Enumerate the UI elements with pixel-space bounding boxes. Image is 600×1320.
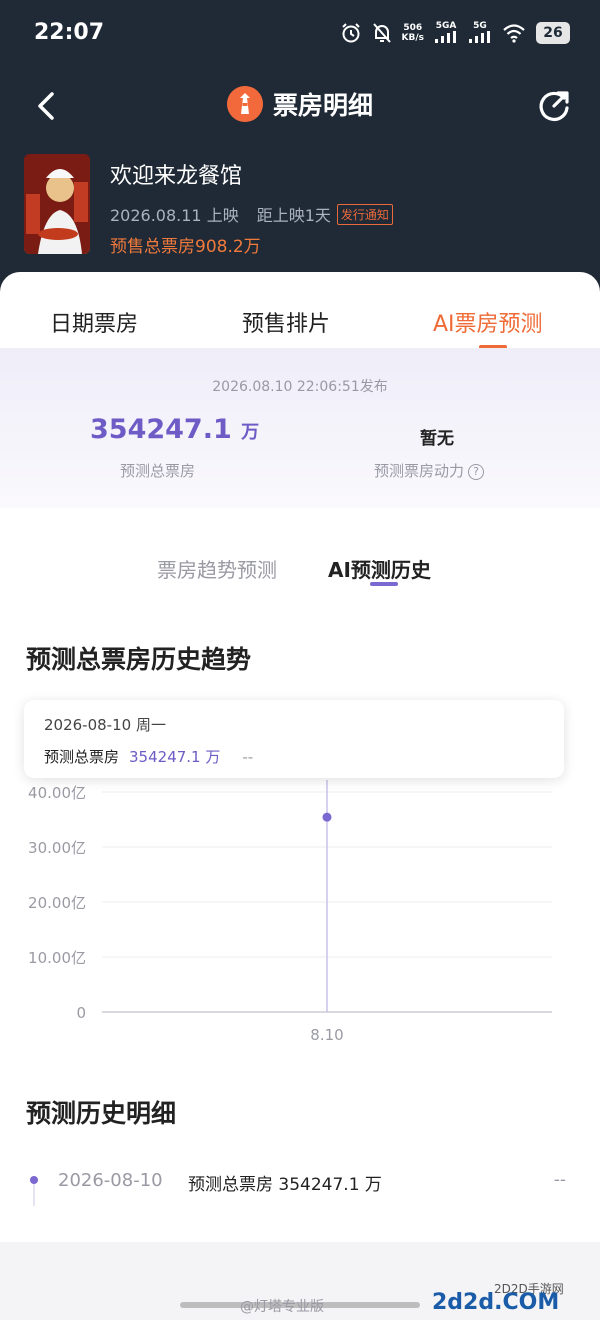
nav-bar: 票房明细 [0,78,600,134]
signal-5ga: 5GA [434,21,458,46]
chart-tooltip: 2026-08-10 周一 预测总票房 354247.1 万 -- [24,700,564,778]
predicted-total-label: 预测总票房 [120,462,196,480]
status-bar: 22:07 506 KB/s 5GA 5G 26 [0,0,600,64]
history-date: 2026-08-10 [58,1170,163,1191]
net-speed: 506 KB/s [401,23,424,43]
release-countdown: 距上映1天 [256,206,331,225]
momentum-value: 暂无 [420,429,454,449]
watermark-brand: 2d2d.COM [432,1290,560,1315]
nav-title-group: 票房明细 [0,86,600,122]
help-icon[interactable]: ? [468,464,485,480]
y-tick-label: 40.00亿 [28,784,86,802]
tooltip-label: 预测总票房 [44,748,120,766]
movie-release-info: 2026.08.11 上映 距上映1天 发行通知 [110,202,393,226]
page-title: 票房明细 [272,91,373,120]
status-time: 22:07 [34,20,105,45]
battery-indicator: 26 [536,22,570,44]
tab-ai-prediction[interactable]: AI票房预测 [433,306,543,338]
subtab-ai-history[interactable]: AI预测历史 [328,554,431,583]
publish-time: 2026.08.10 22:06:51发布 [212,379,388,395]
y-tick-label: 30.00亿 [28,839,86,857]
tooltip-change: -- [242,748,254,766]
movie-info[interactable]: 欢迎来龙餐馆 2026.08.11 上映 距上映1天 发行通知 预售总票房908… [24,152,584,262]
history-row: 2026-08-10 预测总票房 354247.1 万 -- [24,1168,574,1208]
main-tabs: 日期票房 预售排片 AI票房预测 [0,272,600,349]
momentum-label: 预测票房动力 [374,462,465,480]
tab-presale-schedule[interactable]: 预售排片 [242,306,330,338]
status-icons: 506 KB/s 5GA 5G 26 [340,18,570,48]
x-tick-label: 8.10 [310,1026,343,1044]
history-section-title: 预测历史明细 [26,1099,177,1128]
timeline-line [33,1184,35,1206]
signal-bars-icon [469,30,490,43]
subtab-active-indicator [370,582,398,586]
data-point [322,812,332,822]
tooltip-row: 预测总票房 354247.1 万 -- [44,746,253,767]
trend-section-title: 预测总票房历史趋势 [26,645,252,674]
y-tick-label: 10.00亿 [28,949,86,967]
alarm-icon [341,23,360,43]
prediction-summary: 2026.08.10 22:06:51发布 354247.1 万 预测总票房 暂… [0,348,600,508]
trend-chart: 0 10.00亿 20.00亿 30.00亿 40.00亿 8.10 [28,780,552,1044]
timeline-dot [30,1176,38,1184]
tab-date-box-office[interactable]: 日期票房 [50,306,138,338]
wifi-icon [503,24,525,43]
y-tick-label: 20.00亿 [28,894,86,912]
content-card: 日期票房 预售排片 AI票房预测 2026.08.10 22:06:51发布 3… [0,272,600,1242]
history-text: 预测总票房 354247.1 万 [188,1175,382,1195]
watermark-text: @灯塔专业版 [240,1299,324,1315]
signal-bars-icon [435,30,456,43]
lighthouse-logo-icon [226,86,263,122]
movie-name: 欢迎来龙餐馆 [110,164,243,189]
presale-box-office: 预售总票房908.2万 [110,237,261,257]
release-date: 2026.08.11 上映 [110,206,239,225]
tooltip-date: 2026-08-10 周一 [44,716,166,734]
share-icon[interactable] [534,86,574,126]
history-change: -- [553,1170,566,1190]
mute-bell-icon [372,23,391,43]
signal-5g: 5G [468,21,492,46]
y-tick-label: 0 [76,1004,86,1022]
predicted-total-value: 354247.1 万 [90,414,260,445]
momentum-label-group: 预测票房动力? [374,460,485,481]
release-notice-badge[interactable]: 发行通知 [336,203,393,225]
movie-poster [24,154,90,254]
subtab-trend-prediction[interactable]: 票房趋势预测 [157,554,277,583]
tooltip-value: 354247.1 万 [129,748,221,766]
